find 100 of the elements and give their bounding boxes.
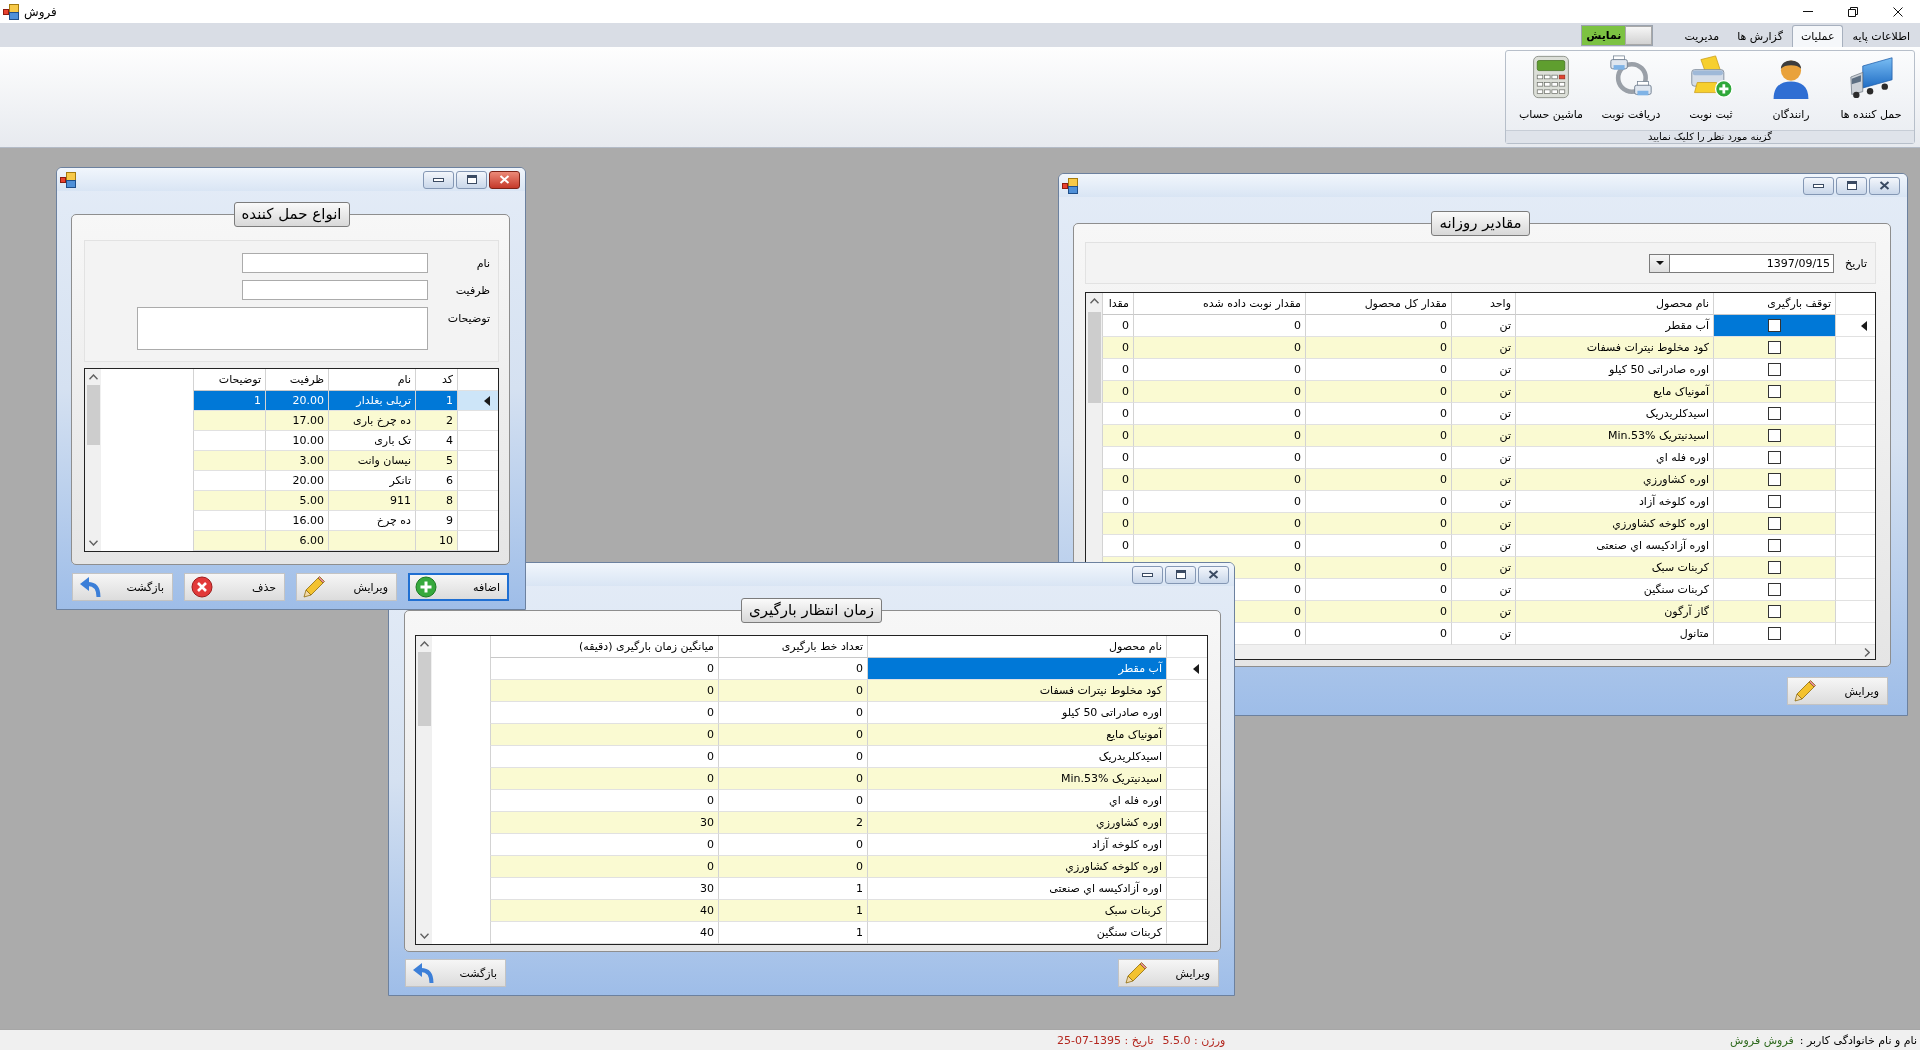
scrollbar-thumb[interactable] — [1087, 312, 1101, 403]
chevron-down-icon[interactable] — [88, 540, 98, 546]
ribbon-tab[interactable]: عملیات — [1791, 25, 1844, 47]
delete-button[interactable]: حذف — [184, 573, 285, 601]
scrollbar-thumb[interactable] — [86, 385, 100, 445]
date-field[interactable]: 1397/09/15 — [1669, 253, 1835, 273]
chevron-down-icon[interactable] — [419, 933, 429, 939]
table-cell: تن — [1451, 447, 1515, 469]
toggle-switch[interactable]: نمایش — [1581, 24, 1654, 46]
close-button[interactable] — [1198, 565, 1229, 584]
chevron-up-icon[interactable] — [1089, 298, 1099, 304]
back-arrow-icon — [412, 962, 434, 984]
table-cell: اوره صادراتی 50 کیلو — [867, 702, 1166, 724]
table-cell: تن — [1451, 337, 1515, 359]
table-cell: تریلی بغلدار — [328, 391, 415, 411]
maximize-button[interactable] — [456, 170, 487, 189]
row-header[interactable] — [457, 391, 498, 411]
row-pointer-icon — [484, 395, 490, 406]
chevron-up-icon[interactable] — [419, 641, 429, 647]
checkbox[interactable] — [1768, 605, 1781, 618]
ribbon-button[interactable]: دریافت نوبت — [1591, 51, 1671, 130]
ribbon-tab[interactable]: گزارش ها — [1728, 25, 1792, 47]
plus-circle-icon — [415, 576, 437, 598]
minimize-button[interactable] — [1803, 176, 1834, 195]
row-header[interactable] — [1166, 658, 1207, 680]
table-cell: 0 — [1133, 491, 1305, 513]
table-cell: 0 — [718, 834, 867, 856]
checkbox[interactable] — [1768, 451, 1781, 464]
table-cell: تک باری — [328, 431, 415, 451]
table-cell: 0 — [490, 702, 718, 724]
app-icon — [3, 3, 19, 20]
table-cell: 1 — [193, 391, 265, 411]
table-cell: اسیدکلریدریک — [867, 746, 1166, 768]
close-icon[interactable] — [1892, 6, 1903, 17]
checkbox[interactable] — [1768, 583, 1781, 596]
table-cell: 0 — [1102, 381, 1133, 403]
column-header: کد — [415, 369, 457, 391]
checkbox[interactable] — [1768, 341, 1781, 354]
checkbox[interactable] — [1768, 627, 1781, 640]
text-area[interactable] — [137, 307, 428, 350]
text-field[interactable] — [242, 280, 428, 300]
back-button[interactable]: بازگشت — [72, 573, 173, 601]
minimize-icon[interactable] — [1802, 11, 1813, 12]
table-cell: تن — [1451, 623, 1515, 645]
edit-button[interactable]: ویرایش — [1787, 677, 1888, 705]
date-text: تاریخ : 1395-07-25 — [1057, 1033, 1154, 1047]
table-cell: 0 — [1133, 447, 1305, 469]
table-cell: 10.00 — [265, 431, 328, 451]
column-header: واحد — [1451, 293, 1515, 315]
checkbox[interactable] — [1768, 473, 1781, 486]
table-cell: 16.00 — [265, 511, 328, 531]
maximize-button[interactable] — [1165, 565, 1196, 584]
back-button[interactable]: بازگشت — [405, 959, 506, 987]
table-cell: 0 — [1102, 469, 1133, 491]
restore-icon[interactable] — [1847, 6, 1858, 17]
table-cell: آب مقطر — [1515, 315, 1713, 337]
table-cell: 0 — [1133, 535, 1305, 557]
checkbox[interactable] — [1768, 495, 1781, 508]
table-cell: 0 — [1305, 623, 1451, 645]
table-cell: 9 — [415, 511, 457, 531]
ribbon-button[interactable]: ثبت نوبت — [1671, 51, 1751, 130]
checkbox[interactable] — [1768, 561, 1781, 574]
checkbox[interactable] — [1768, 319, 1781, 332]
table-cell: 0 — [1305, 337, 1451, 359]
table-cell: گاز آرگون — [1515, 601, 1713, 623]
table-cell: تن — [1451, 557, 1515, 579]
minimize-button[interactable] — [423, 170, 454, 189]
column-header: مقدا — [1102, 293, 1133, 315]
checkbox[interactable] — [1768, 385, 1781, 398]
checkbox[interactable] — [1768, 407, 1781, 420]
row-header[interactable] — [1835, 315, 1875, 337]
minimize-button[interactable] — [1132, 565, 1163, 584]
ribbon-button[interactable]: حمل کننده ها — [1831, 51, 1911, 130]
table-cell: اسیدنیتریک Min.53% — [867, 768, 1166, 790]
checkbox[interactable] — [1768, 363, 1781, 376]
dropdown-button[interactable] — [1649, 253, 1670, 273]
scrollbar-thumb[interactable] — [417, 652, 431, 726]
ribbon-button[interactable]: رانندگان — [1751, 51, 1831, 130]
maximize-button[interactable] — [1836, 176, 1867, 195]
checkbox[interactable] — [1768, 429, 1781, 442]
ribbon-tab[interactable]: مدیریت — [1675, 25, 1729, 47]
edit-button[interactable]: ویرایش — [296, 573, 397, 601]
table-cell: 0 — [1133, 469, 1305, 491]
chevron-up-icon[interactable] — [88, 374, 98, 380]
checkbox[interactable] — [1768, 517, 1781, 530]
ribbon-button[interactable]: ماشین حساب — [1511, 51, 1591, 130]
column-header: نام — [328, 369, 415, 391]
close-button[interactable] — [1869, 176, 1900, 195]
table-cell: اوره فله اي — [1515, 447, 1713, 469]
close-button[interactable] — [489, 170, 520, 189]
chevron-right-icon[interactable] — [1864, 647, 1870, 657]
add-button[interactable]: اضافه — [408, 573, 509, 601]
edit-button[interactable]: ویرایش — [1118, 959, 1219, 987]
minimize-icon — [433, 177, 444, 182]
table-cell: 1 — [718, 900, 867, 922]
checkbox[interactable] — [1768, 539, 1781, 552]
text-field[interactable] — [242, 253, 428, 273]
ribbon-tab[interactable]: اطلاعات پایه — [1843, 25, 1919, 47]
table-cell: 6 — [415, 471, 457, 491]
close-icon — [1879, 181, 1890, 190]
